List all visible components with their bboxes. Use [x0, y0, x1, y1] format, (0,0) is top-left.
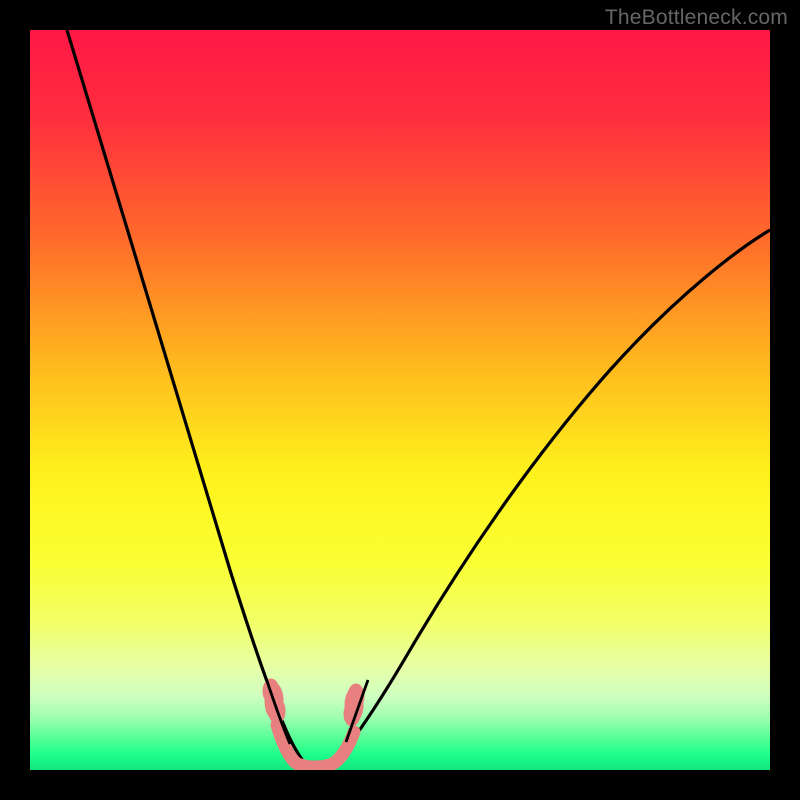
- right-curve: [336, 230, 770, 761]
- curves-layer: [30, 30, 770, 770]
- watermark-text: TheBottleneck.com: [605, 6, 788, 30]
- bottom-u-segment: [277, 725, 354, 767]
- left-curve: [67, 30, 303, 761]
- plot-area: [30, 30, 770, 770]
- chart-frame: TheBottleneck.com: [0, 0, 800, 800]
